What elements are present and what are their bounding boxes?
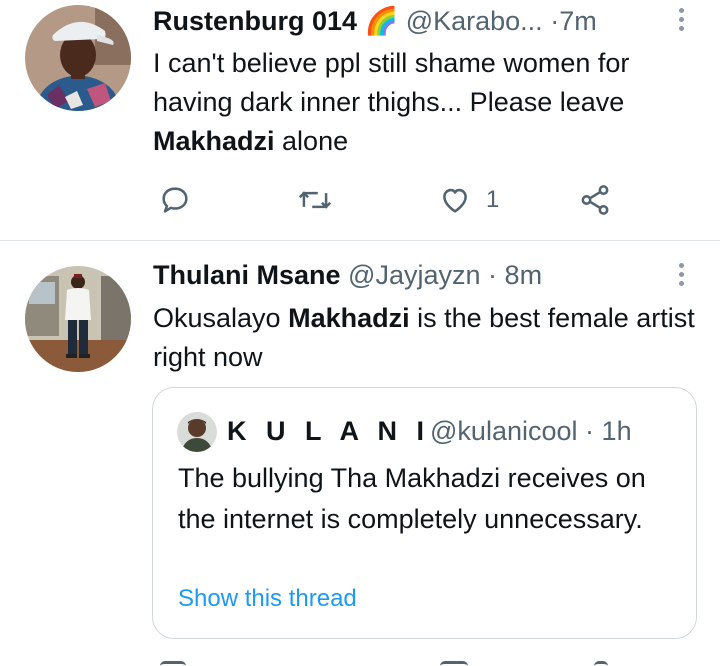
quoted-timestamp: 1h xyxy=(601,416,632,446)
like-count: 1 xyxy=(486,186,500,213)
share-button[interactable] xyxy=(578,180,612,220)
show-thread-link[interactable]: Show this thread xyxy=(178,584,357,614)
tweet-text: Okusalayo Makhadzi is the best female ar… xyxy=(153,303,695,372)
timestamp[interactable]: 8m xyxy=(505,260,543,290)
author-name[interactable]: Rustenburg 014 xyxy=(153,6,357,36)
separator: · xyxy=(585,416,595,446)
tweet-header: Rustenburg 014 🌈 @Karabo... ·7m xyxy=(153,5,597,37)
more-options-icon[interactable] xyxy=(676,8,686,38)
reply-icon xyxy=(162,187,188,213)
tweet-actions: 1 xyxy=(0,180,720,220)
tweet-text: I can't believe ppl still shame women fo… xyxy=(153,48,630,156)
tweet[interactable]: Rustenburg 014 🌈 @Karabo... ·7m I can't … xyxy=(0,0,720,240)
mention-bold: Makhadzi xyxy=(288,303,410,333)
separator: · xyxy=(550,6,560,36)
author-handle[interactable]: @Karabo... xyxy=(406,6,543,36)
like-button[interactable]: 1 xyxy=(438,180,499,220)
retweet-button[interactable] xyxy=(297,180,347,220)
quoted-author-name: K U L A N I xyxy=(227,416,431,446)
separator: · xyxy=(488,260,498,290)
heart-icon xyxy=(443,188,467,213)
quoted-text: The bullying Tha Makhadzi receives on th… xyxy=(178,463,646,534)
mention-bold: Makhadzi xyxy=(153,126,275,156)
author-avatar[interactable] xyxy=(25,5,131,111)
quoted-header: K U L A N I@kulanicool · 1h xyxy=(227,415,632,447)
share-icon xyxy=(581,185,609,215)
man-avatar-icon xyxy=(25,266,131,372)
man-avatar-icon xyxy=(177,412,217,452)
next-tweet-actions-partial xyxy=(0,655,720,666)
reply-button[interactable] xyxy=(158,180,206,220)
author-avatar[interactable] xyxy=(25,266,131,372)
woman-avatar-icon xyxy=(25,5,131,111)
author-handle[interactable]: @Jayjayzn xyxy=(348,260,480,290)
retweet-icon xyxy=(298,191,332,209)
rainbow-emoji-icon: 🌈 xyxy=(364,6,399,36)
timestamp[interactable]: 7m xyxy=(559,6,597,36)
author-name[interactable]: Thulani Msane xyxy=(153,260,341,290)
more-options-icon[interactable] xyxy=(676,263,686,293)
quoted-author-handle: @kulanicool xyxy=(430,416,578,446)
tweet-header: Thulani Msane @Jayjayzn · 8m xyxy=(153,259,542,291)
quoted-tweet[interactable]: K U L A N I@kulanicool · 1h The bullying… xyxy=(152,387,697,639)
quoted-author-avatar xyxy=(177,412,217,452)
